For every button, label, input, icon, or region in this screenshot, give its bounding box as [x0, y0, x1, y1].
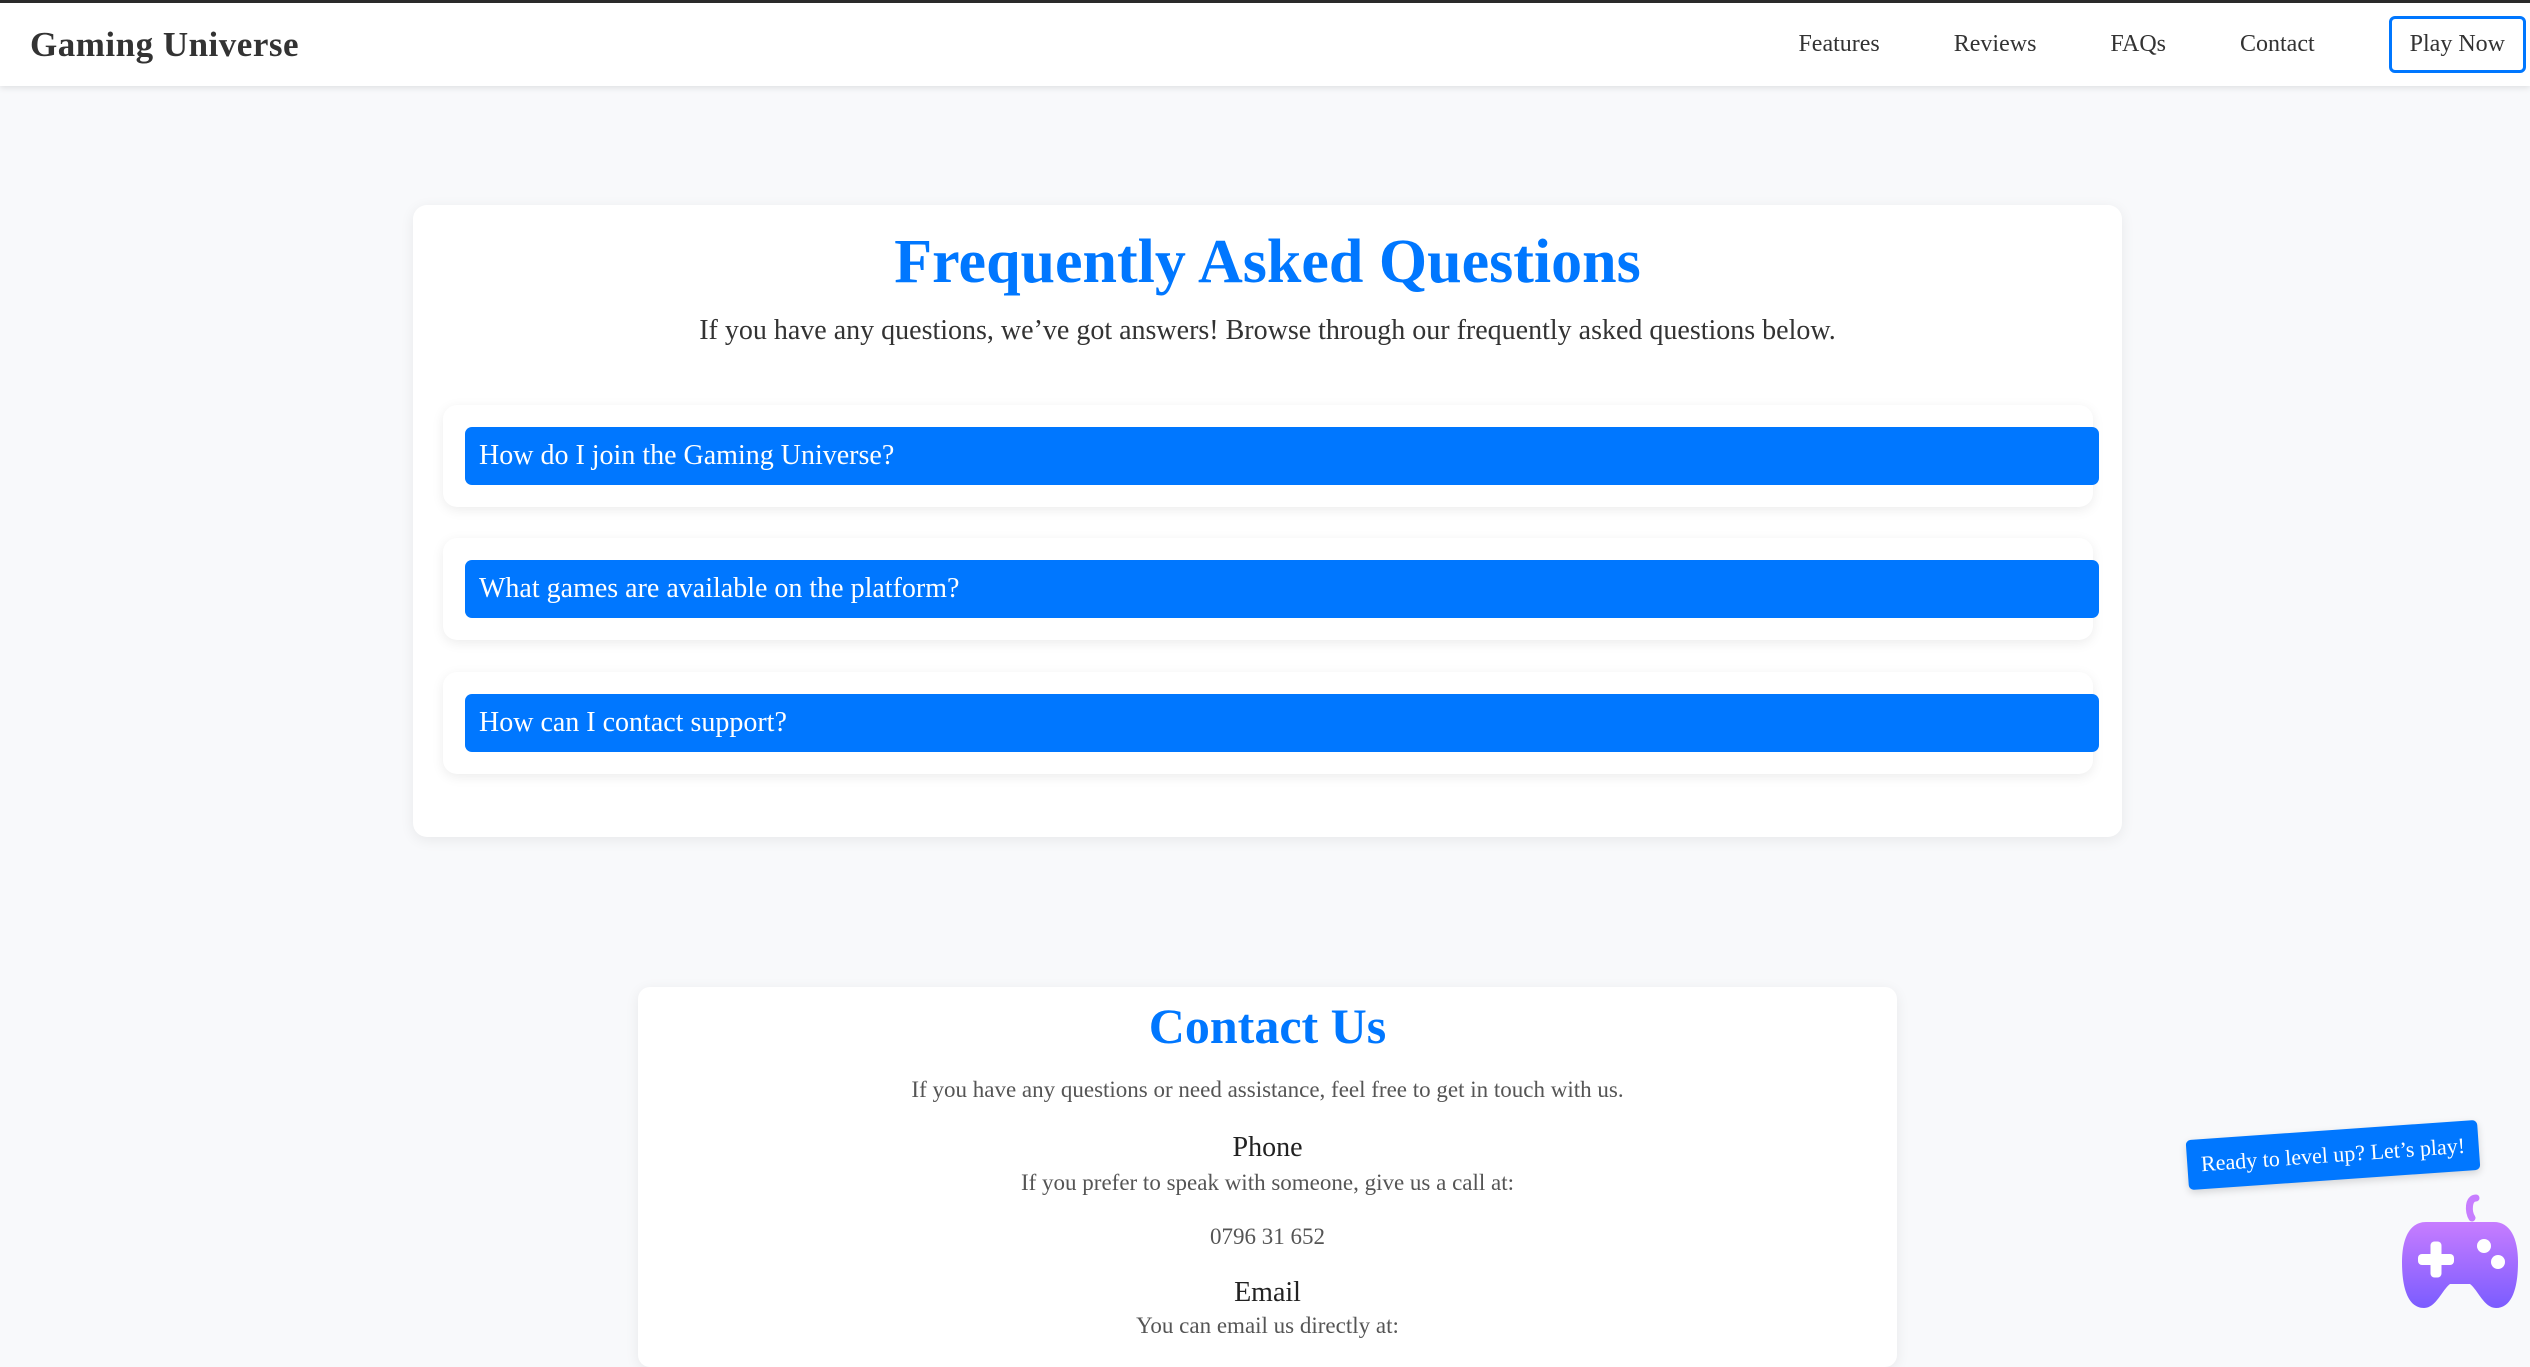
- nav-link-faqs[interactable]: FAQs: [2110, 31, 2166, 58]
- nav-links: Features Reviews FAQs Contact Play Now: [1798, 3, 2530, 86]
- faq-item: How can I contact support?: [443, 672, 2099, 774]
- contact-subtitle: If you have any questions or need assist…: [911, 1077, 1624, 1102]
- phone-heading: Phone: [1232, 1132, 1303, 1163]
- nav-link-reviews[interactable]: Reviews: [1954, 31, 2037, 58]
- play-now-button[interactable]: Play Now: [2388, 16, 2526, 73]
- faq-question-button[interactable]: How can I contact support?: [465, 694, 2099, 752]
- phone-text: If you prefer to speak with someone, giv…: [1020, 1170, 1515, 1195]
- faq-title: Frequently Asked Questions: [894, 228, 1641, 296]
- email-text: You can email us directly at:: [1136, 1313, 1399, 1338]
- faq-question-button[interactable]: What games are available on the platform…: [465, 560, 2099, 618]
- faq-item: What games are available on the platform…: [443, 538, 2099, 640]
- faq-item: How do I join the Gaming Universe?: [443, 405, 2099, 507]
- email-heading: Email: [1234, 1277, 1301, 1308]
- nav-link-contact[interactable]: Contact: [2240, 31, 2315, 58]
- navbar: Gaming Universe Features Reviews FAQs Co…: [0, 3, 2530, 86]
- gamepad-icon[interactable]: [2398, 1190, 2523, 1315]
- faq-question-button[interactable]: How do I join the Gaming Universe?: [465, 427, 2099, 485]
- nav-link-features[interactable]: Features: [1798, 31, 1879, 58]
- phone-number[interactable]: 0796 31 652: [638, 1224, 1897, 1250]
- contact-title: Contact Us: [1148, 998, 1387, 1054]
- faq-section: Frequently Asked Questions If you have a…: [413, 205, 2122, 837]
- brand-logo[interactable]: Gaming Universe: [30, 25, 299, 65]
- faq-subtitle: If you have any questions, we’ve got ans…: [699, 315, 1836, 346]
- contact-section: Contact Us If you have any questions or …: [638, 987, 1897, 1367]
- promo-bubble[interactable]: Ready to level up? Let’s play!: [2185, 1119, 2481, 1191]
